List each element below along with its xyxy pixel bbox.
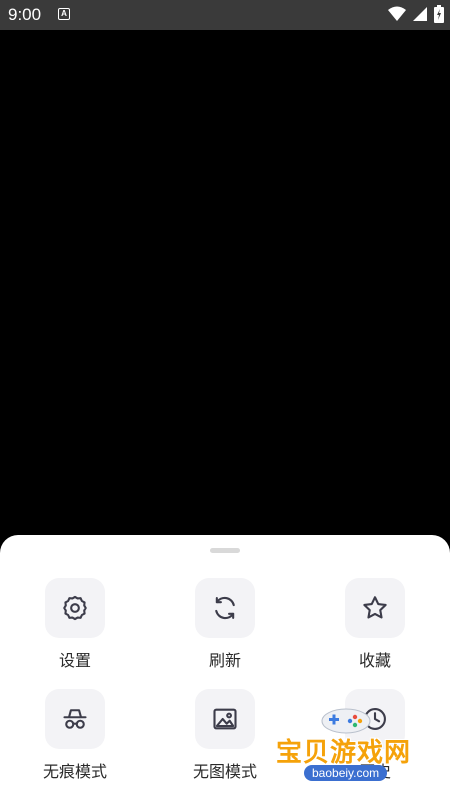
menu-item-refresh[interactable]: 刷新 (170, 578, 280, 688)
star-icon (363, 596, 387, 619)
incognito-icon (63, 709, 87, 729)
watermark-title: 宝贝游戏网 (276, 738, 412, 768)
icon-box (195, 689, 255, 749)
icon-box (45, 689, 105, 749)
refresh-icon (215, 596, 235, 620)
wifi-icon (388, 6, 406, 21)
watermark-url: baobeiy.com (304, 765, 388, 781)
watermark-logo: 宝贝游戏网 baobeiy.com (270, 704, 450, 800)
menu-label: 无图模式 (192, 762, 257, 781)
image-icon (213, 708, 237, 730)
signal-icon (413, 7, 427, 21)
page-content-area (0, 30, 450, 535)
menu-item-settings[interactable]: 设置 (20, 578, 130, 688)
status-time: 9:00 (8, 5, 42, 24)
icon-box (45, 578, 105, 638)
icon-box (345, 578, 405, 638)
icon-box (195, 578, 255, 638)
menu-label: 刷新 (208, 651, 241, 670)
menu-label: 无痕模式 (42, 762, 107, 781)
gamepad-icon (321, 708, 371, 734)
menu-label: 设置 (58, 651, 91, 670)
menu-label: 收藏 (358, 651, 391, 670)
status-icons (388, 5, 444, 23)
a-box-icon: A (58, 8, 70, 20)
drag-handle[interactable] (210, 548, 240, 553)
menu-item-no-image[interactable]: 无图模式 (170, 689, 280, 799)
menu-item-incognito[interactable]: 无痕模式 (20, 689, 130, 799)
battery-icon (434, 5, 444, 23)
gear-icon (63, 595, 87, 621)
status-bar: 9:00 A (0, 0, 450, 30)
menu-item-favorites[interactable]: 收藏 (320, 578, 430, 688)
